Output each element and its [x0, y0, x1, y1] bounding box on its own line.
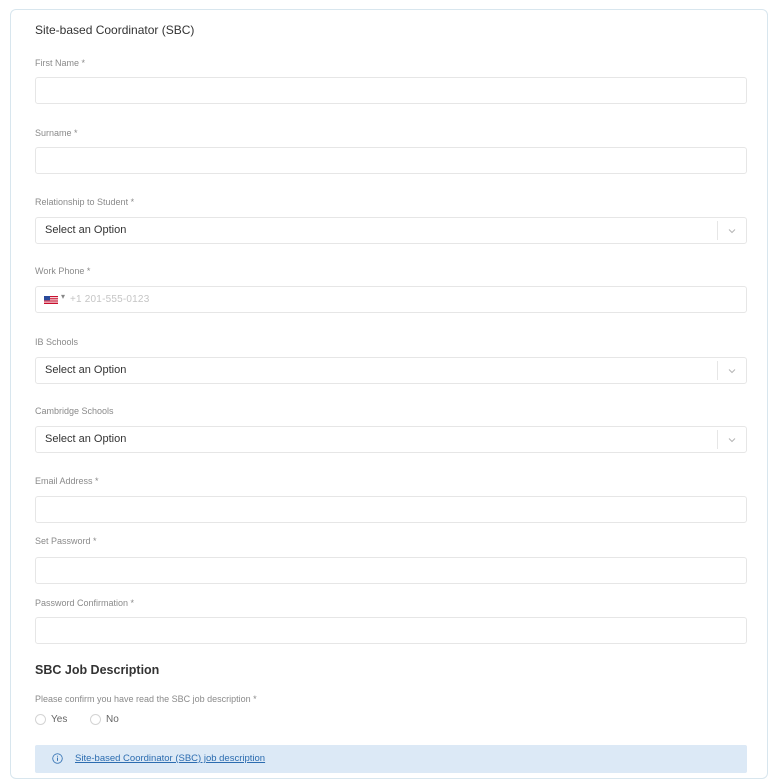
- job-description-info-box: Site-based Coordinator (SBC) job descrip…: [35, 745, 747, 773]
- cambridge-schools-select[interactable]: Select an Option: [35, 426, 747, 453]
- radio-no-label: No: [106, 714, 119, 725]
- work-phone-placeholder: +1 201-555-0123: [70, 294, 150, 305]
- section-title-job-description: SBC Job Description: [35, 663, 160, 677]
- chevron-down-icon: [728, 369, 736, 374]
- relationship-label: Relationship to Student *: [35, 197, 135, 207]
- ib-schools-selected-value: Select an Option: [45, 364, 127, 376]
- ib-schools-select[interactable]: Select an Option: [35, 357, 747, 384]
- surname-label: Surname *: [35, 128, 78, 138]
- job-description-link[interactable]: Site-based Coordinator (SBC) job descrip…: [75, 753, 265, 764]
- cambridge-schools-label: Cambridge Schools: [35, 406, 114, 416]
- us-flag-icon[interactable]: [44, 296, 58, 304]
- radio-yes[interactable]: Yes: [35, 714, 67, 725]
- set-password-field[interactable]: [35, 557, 747, 584]
- section-title-sbc: Site-based Coordinator (SBC): [35, 23, 195, 37]
- email-label: Email Address *: [35, 476, 99, 486]
- first-name-input[interactable]: [35, 77, 747, 104]
- password-confirmation-label: Password Confirmation *: [35, 598, 135, 608]
- relationship-select[interactable]: Select an Option: [35, 217, 747, 244]
- confirm-read-label: Please confirm you have read the SBC job…: [35, 694, 257, 704]
- cambridge-schools-selected-value: Select an Option: [45, 433, 127, 445]
- work-phone-input[interactable]: ▾ +1 201-555-0123: [35, 286, 747, 313]
- select-divider: [717, 221, 718, 240]
- sbc-form-card: Site-based Coordinator (SBC) First Name …: [10, 9, 768, 779]
- ib-schools-label: IB Schools: [35, 337, 79, 347]
- info-icon: [52, 753, 63, 764]
- first-name-label: First Name *: [35, 58, 86, 68]
- chevron-down-icon: [728, 438, 736, 443]
- set-password-label: Set Password *: [35, 536, 97, 546]
- radio-circle-no[interactable]: [90, 714, 101, 725]
- country-caret-icon[interactable]: ▾: [61, 292, 65, 301]
- work-phone-label: Work Phone *: [35, 266, 91, 276]
- chevron-down-icon: [728, 229, 736, 234]
- password-confirmation-field[interactable]: [35, 617, 747, 644]
- radio-yes-label: Yes: [51, 714, 68, 725]
- relationship-selected-value: Select an Option: [45, 224, 127, 236]
- radio-no[interactable]: No: [90, 714, 119, 725]
- email-field[interactable]: [35, 496, 747, 523]
- radio-circle-yes[interactable]: [35, 714, 46, 725]
- select-divider: [717, 430, 718, 449]
- surname-input[interactable]: [35, 147, 747, 174]
- select-divider: [717, 361, 718, 380]
